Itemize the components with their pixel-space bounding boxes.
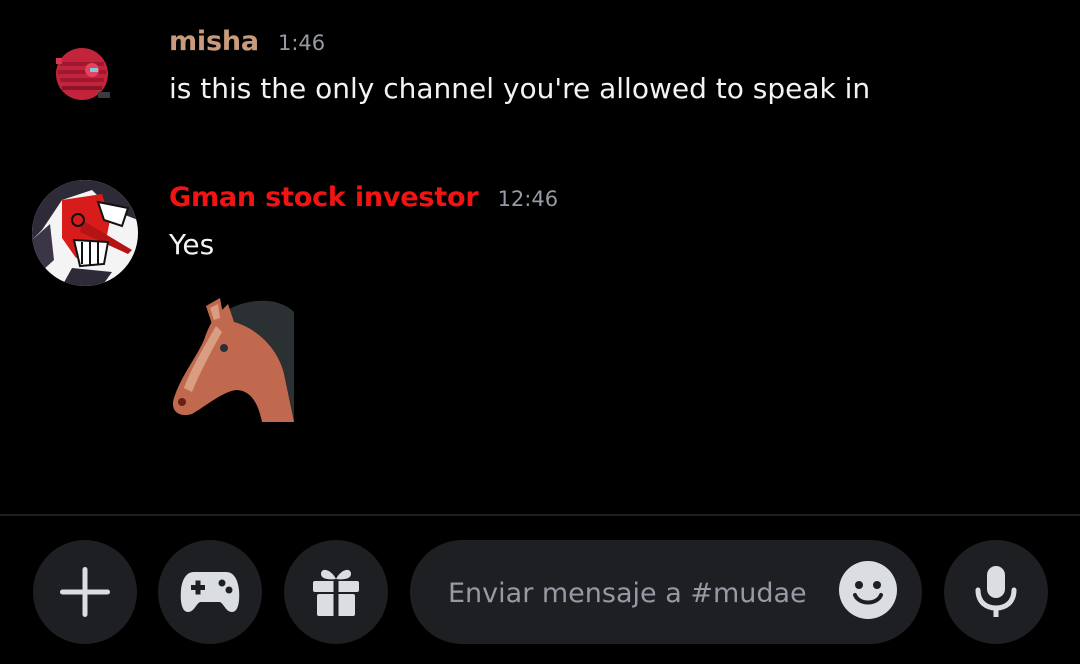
pixel-red-creature-icon	[56, 48, 110, 100]
avatar[interactable]	[32, 180, 138, 286]
message-text: is this the only channel you're allowed …	[169, 72, 871, 105]
red-masked-face-icon	[32, 180, 138, 286]
avatar[interactable]	[46, 38, 118, 110]
add-attachment-button[interactable]	[33, 540, 137, 644]
message-header: Gman stock investor 12:46	[169, 182, 558, 213]
timestamp: 12:46	[497, 187, 559, 211]
smiley-face-icon	[839, 561, 897, 619]
timestamp: 1:46	[278, 31, 326, 55]
gamepad-icon	[180, 572, 240, 612]
microphone-icon	[975, 566, 1017, 617]
username[interactable]: misha	[169, 26, 259, 57]
plus-icon	[60, 567, 110, 617]
horse-face-icon	[172, 298, 294, 422]
username[interactable]: Gman stock investor	[169, 182, 479, 213]
horse-face-emoji[interactable]	[166, 294, 296, 422]
gift-icon	[313, 569, 359, 616]
gift-button[interactable]	[284, 540, 388, 644]
emoji-button[interactable]	[838, 560, 898, 620]
voice-message-button[interactable]	[944, 540, 1048, 644]
message-composer[interactable]	[410, 540, 922, 646]
message-header: misha 1:46	[169, 26, 325, 57]
divider	[0, 514, 1080, 516]
message-text: Yes	[169, 228, 215, 261]
message-input[interactable]	[446, 540, 830, 646]
activities-button[interactable]	[158, 540, 262, 644]
